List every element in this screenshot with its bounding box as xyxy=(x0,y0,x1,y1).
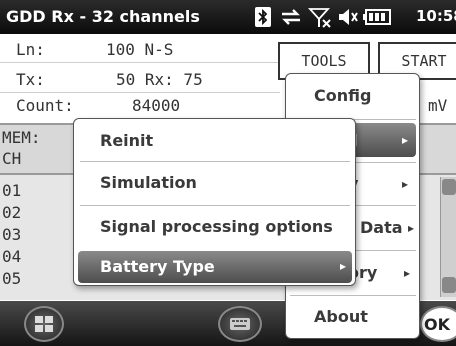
row-divider xyxy=(0,62,280,63)
windows-logo-icon xyxy=(35,316,53,332)
menu-item-label: Signal processing options xyxy=(100,217,333,236)
tx-label: Tx: xyxy=(16,70,45,89)
list-item[interactable]: 02 xyxy=(2,203,21,222)
menu-item-label: Config xyxy=(314,86,372,105)
list-item[interactable]: 03 xyxy=(2,225,21,244)
ln-value: 100 N-S xyxy=(106,40,174,59)
menu-item-label: About xyxy=(314,307,368,326)
menu-item-simulation[interactable]: Simulation xyxy=(74,162,355,204)
start-menu-button[interactable] xyxy=(24,306,64,342)
keyboard-icon xyxy=(230,318,250,330)
ln-label: Ln: xyxy=(16,40,45,59)
menu-item-config[interactable]: Config xyxy=(286,74,419,118)
clock[interactable]: 10:58 xyxy=(416,7,456,25)
tx-value: 50 Rx: 75 xyxy=(116,70,203,89)
menu-item-label: Battery Type xyxy=(100,257,215,276)
ch-label: CH xyxy=(2,149,22,168)
list-item[interactable]: 05 xyxy=(2,269,21,288)
no-signal-icon[interactable] xyxy=(308,6,332,28)
serial-submenu: Reinit Simulation Signal processing opti… xyxy=(73,118,356,286)
scrollbar[interactable] xyxy=(440,177,456,297)
bluetooth-icon[interactable] xyxy=(254,6,272,28)
chevron-right-icon: ▸ xyxy=(408,221,415,235)
menu-item-label: Simulation xyxy=(100,173,197,192)
list-item[interactable]: 01 xyxy=(2,181,21,200)
menu-item-reinit[interactable]: Reinit xyxy=(74,119,355,161)
scroll-up-button[interactable] xyxy=(442,179,456,195)
battery-icon[interactable] xyxy=(362,6,392,28)
volume-icon[interactable] xyxy=(337,6,359,28)
menu-divider xyxy=(290,295,416,296)
scroll-down-button[interactable] xyxy=(442,277,456,293)
menu-item-label: Reinit xyxy=(100,131,154,150)
chevron-right-icon: ▸ xyxy=(404,266,411,280)
list-item[interactable]: 04 xyxy=(2,247,21,266)
units-label: mV xyxy=(428,96,448,115)
chevron-right-icon: ▸ xyxy=(402,133,409,147)
row-divider xyxy=(0,92,280,93)
menu-item-about[interactable]: About xyxy=(286,297,419,337)
chevron-right-icon: ▸ xyxy=(340,259,347,273)
menu-item-signal-processing-options[interactable]: Signal processing options xyxy=(74,206,355,248)
connectivity-icon[interactable] xyxy=(279,6,303,28)
count-value: 84000 xyxy=(132,96,181,115)
title-bar: GDD Rx - 32 channels 10:58 xyxy=(0,0,456,34)
ok-button[interactable]: OK xyxy=(420,306,456,342)
count-label: Count: xyxy=(16,96,74,115)
menu-item-battery-type[interactable]: Battery Type ▸ xyxy=(78,251,352,283)
menu-item-label: Data xyxy=(360,218,403,237)
chevron-right-icon: ▸ xyxy=(402,177,409,191)
mem-label: MEM: xyxy=(2,128,41,147)
keyboard-button[interactable] xyxy=(218,306,262,342)
ok-label: OK xyxy=(424,315,450,334)
app-title: GDD Rx - 32 channels xyxy=(6,7,200,26)
